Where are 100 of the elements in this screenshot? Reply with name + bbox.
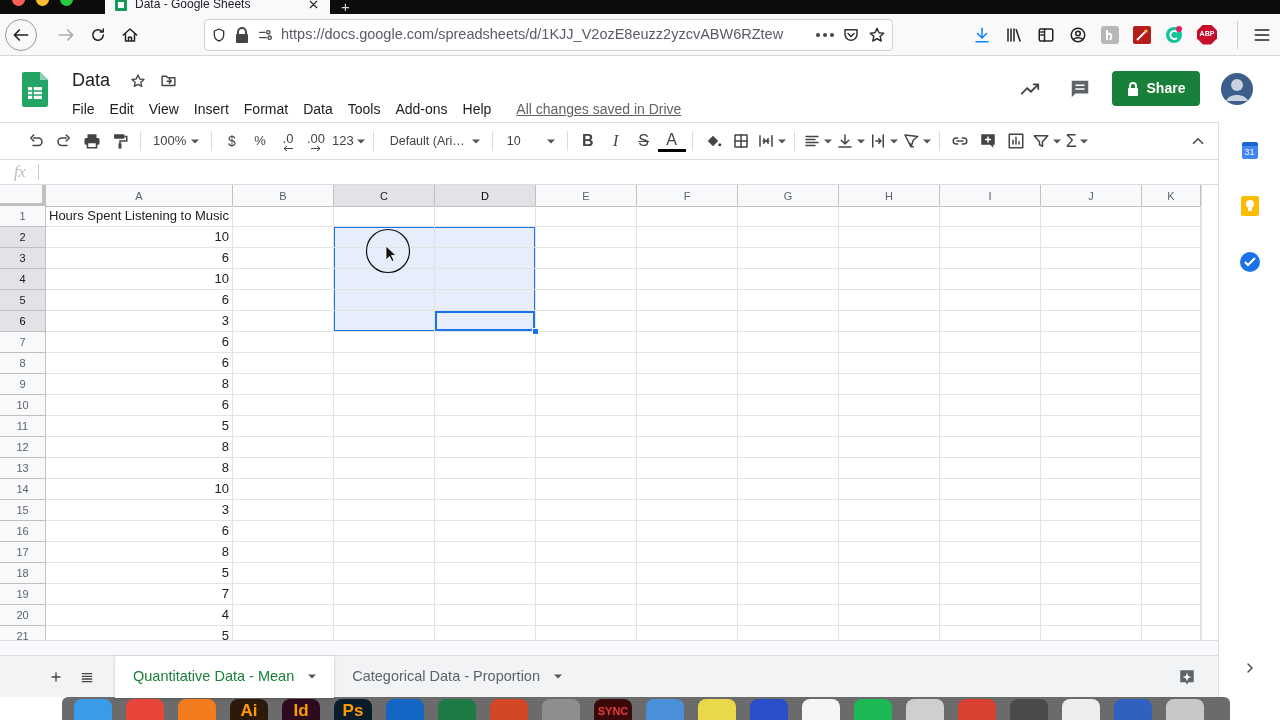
table-cell[interactable] <box>536 521 637 542</box>
reload-icon[interactable] <box>89 25 107 44</box>
row-header[interactable]: 20 <box>0 605 46 626</box>
table-cell[interactable] <box>334 437 435 458</box>
table-cell[interactable] <box>839 374 940 395</box>
table-cell[interactable] <box>637 416 738 437</box>
table-cell[interactable] <box>1041 353 1142 374</box>
table-cell[interactable] <box>637 395 738 416</box>
table-cell[interactable] <box>233 500 334 521</box>
menu-item[interactable]: View <box>148 99 179 120</box>
table-cell[interactable] <box>536 584 637 605</box>
table-cell[interactable] <box>940 542 1041 563</box>
column-header[interactable]: F <box>637 185 738 207</box>
selected-cell[interactable] <box>334 248 435 269</box>
table-cell[interactable] <box>738 479 839 500</box>
table-cell[interactable]: Hours Spent Listening to Music <box>46 206 233 227</box>
table-cell[interactable] <box>435 332 536 353</box>
table-cell[interactable] <box>233 332 334 353</box>
table-cell[interactable] <box>940 521 1041 542</box>
table-cell[interactable] <box>637 458 738 479</box>
table-cell[interactable] <box>940 584 1041 605</box>
table-cell[interactable]: 6 <box>46 521 233 542</box>
table-cell[interactable]: 6 <box>46 332 233 353</box>
table-cell[interactable] <box>536 605 637 626</box>
table-cell[interactable]: 4 <box>46 605 233 626</box>
magic-wand-icon[interactable] <box>1133 25 1151 44</box>
percent-button[interactable]: % <box>246 128 274 154</box>
table-cell[interactable] <box>738 458 839 479</box>
row-header[interactable]: 18 <box>0 563 46 584</box>
table-cell[interactable] <box>233 395 334 416</box>
font-dropdown[interactable]: Default (Ari… <box>379 128 486 154</box>
row-header[interactable]: 17 <box>0 542 46 563</box>
table-cell[interactable] <box>233 479 334 500</box>
table-cell[interactable] <box>637 311 738 332</box>
row-header[interactable]: 12 <box>0 437 46 458</box>
table-cell[interactable] <box>839 269 940 290</box>
table-cell[interactable] <box>435 479 536 500</box>
table-cell[interactable] <box>940 605 1041 626</box>
table-cell[interactable] <box>738 437 839 458</box>
column-header[interactable]: H <box>839 185 940 207</box>
column-header[interactable]: B <box>233 185 334 207</box>
row-header[interactable]: 7 <box>0 332 46 353</box>
table-cell[interactable] <box>637 248 738 269</box>
table-cell[interactable] <box>233 206 334 227</box>
row-header[interactable]: 2 <box>0 227 46 248</box>
menu-item[interactable]: Insert <box>193 99 229 120</box>
row-header[interactable]: 8 <box>0 353 46 374</box>
table-cell[interactable]: 6 <box>46 290 233 311</box>
table-cell[interactable] <box>839 227 940 248</box>
table-cell[interactable] <box>839 248 940 269</box>
table-cell[interactable] <box>637 542 738 563</box>
table-cell[interactable] <box>536 479 637 500</box>
row-header[interactable]: 9 <box>0 374 46 395</box>
table-cell[interactable] <box>940 416 1041 437</box>
table-cell[interactable] <box>233 353 334 374</box>
download-icon[interactable] <box>973 25 991 44</box>
bold-button[interactable]: B <box>573 128 602 154</box>
table-cell[interactable] <box>738 374 839 395</box>
app-icon[interactable]: Id <box>282 699 320 720</box>
table-cell[interactable] <box>839 353 940 374</box>
table-cell[interactable] <box>536 437 637 458</box>
table-cell[interactable] <box>940 269 1041 290</box>
extension-icon[interactable] <box>1101 25 1119 44</box>
table-cell[interactable] <box>940 248 1041 269</box>
table-cell[interactable] <box>233 605 334 626</box>
app-icon[interactable]: SYNC <box>594 699 632 720</box>
table-cell[interactable] <box>738 521 839 542</box>
column-header[interactable]: D <box>435 185 536 207</box>
table-cell[interactable] <box>1041 332 1142 353</box>
new-tab-button[interactable]: + <box>341 0 350 13</box>
table-cell[interactable] <box>940 227 1041 248</box>
table-cell[interactable] <box>738 227 839 248</box>
table-cell[interactable]: 10 <box>46 227 233 248</box>
selected-cell[interactable] <box>334 290 435 311</box>
table-cell[interactable] <box>637 479 738 500</box>
selected-cell[interactable] <box>435 227 536 248</box>
table-cell[interactable] <box>940 374 1041 395</box>
table-cell[interactable] <box>435 374 536 395</box>
row-header[interactable]: 1 <box>0 206 46 227</box>
app-icon[interactable]: Ps <box>334 699 372 720</box>
strikethrough-button[interactable]: S <box>629 128 658 154</box>
menu-item[interactable]: Help <box>462 99 492 120</box>
table-cell[interactable] <box>1041 479 1142 500</box>
table-cell[interactable] <box>233 584 334 605</box>
selected-cell[interactable] <box>334 311 435 332</box>
row-header[interactable]: 14 <box>0 479 46 500</box>
currency-button[interactable]: $ <box>218 128 246 154</box>
table-cell[interactable]: 3 <box>46 500 233 521</box>
functions-button[interactable]: Σ <box>1062 128 1091 154</box>
table-cell[interactable] <box>334 500 435 521</box>
table-cell[interactable] <box>435 563 536 584</box>
table-cell[interactable]: 8 <box>46 374 233 395</box>
table-cell[interactable] <box>839 479 940 500</box>
table-cell[interactable] <box>233 374 334 395</box>
table-cell[interactable] <box>435 521 536 542</box>
table-cell[interactable] <box>839 584 940 605</box>
table-cell[interactable] <box>738 416 839 437</box>
table-cell[interactable] <box>334 416 435 437</box>
more-icon[interactable] <box>816 32 834 37</box>
table-cell[interactable] <box>536 395 637 416</box>
